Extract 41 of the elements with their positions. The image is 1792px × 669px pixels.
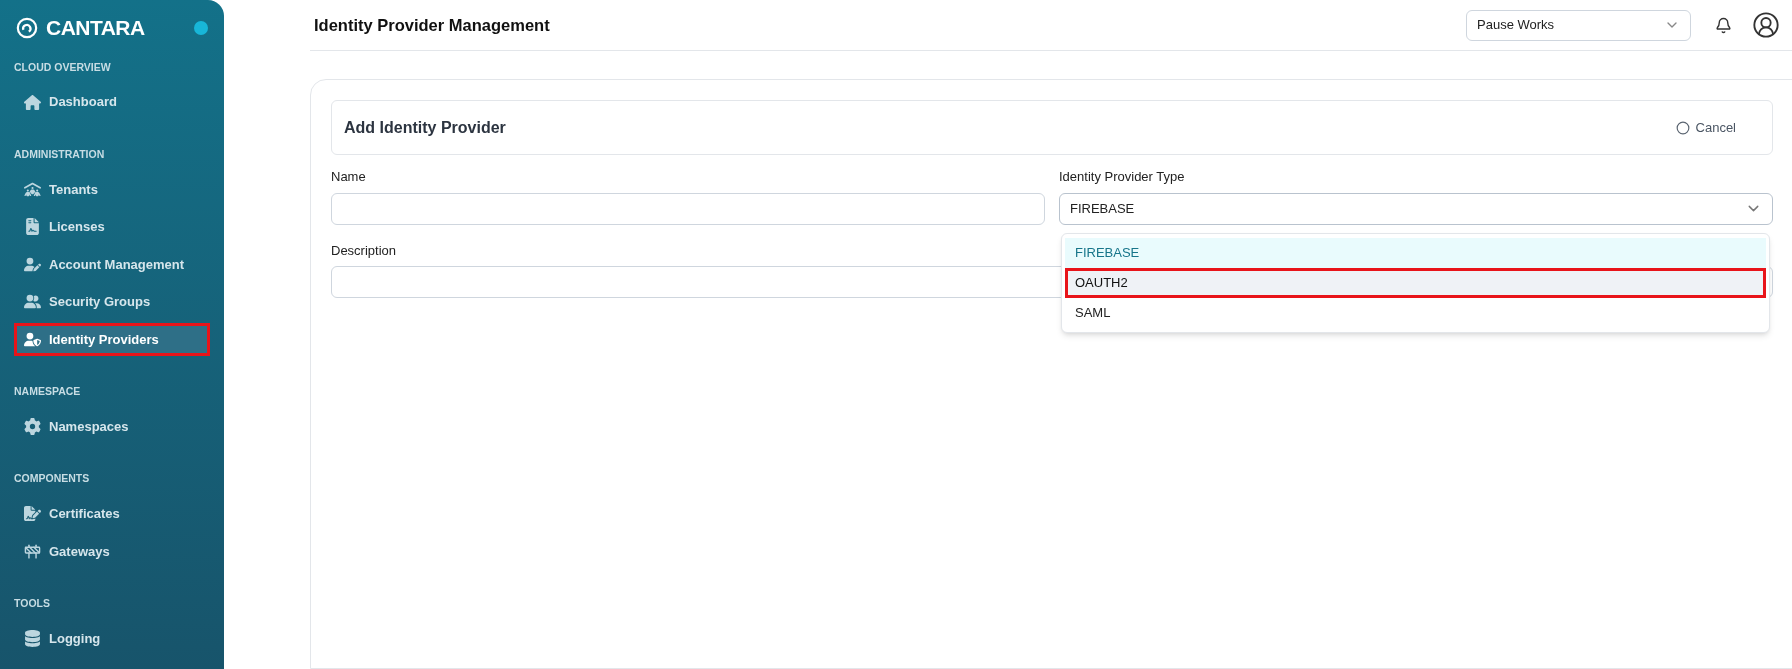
sidebar-item[interactable]: Namespaces xyxy=(14,409,210,444)
sidebar-item[interactable]: Logging xyxy=(14,621,210,656)
logo-icon xyxy=(16,16,38,39)
provider-type-select[interactable]: FIREBASE xyxy=(1059,192,1773,225)
database-icon xyxy=(24,630,41,647)
signed-document-icon xyxy=(24,505,41,523)
dropdown-option[interactable]: OAUTH2 xyxy=(1065,268,1766,298)
sidebar-item[interactable]: Security Groups xyxy=(14,285,210,319)
dropdown-option[interactable]: SAML xyxy=(1065,298,1766,328)
field-label: Name xyxy=(331,168,367,186)
document-icon xyxy=(24,218,41,236)
brand-name: CANTARA xyxy=(46,15,145,41)
section-heading: COMPONENTS xyxy=(13,471,91,487)
form-title: Add Identity Provider xyxy=(344,117,506,138)
sidebar-item[interactable]: Certificates xyxy=(14,497,210,531)
user-group-icon xyxy=(24,293,41,311)
sidebar-item[interactable]: Gateways xyxy=(14,534,210,568)
section-heading: CLOUD OVERVIEW xyxy=(13,59,112,75)
people-roof-icon xyxy=(24,180,41,198)
cancel-button[interactable]: Cancel xyxy=(1675,117,1736,138)
page-title: Identity Provider Management xyxy=(314,14,550,36)
name-input-field[interactable] xyxy=(331,192,1045,225)
user-shield-icon xyxy=(24,330,41,348)
sidebar-item[interactable]: Licenses xyxy=(14,210,210,244)
sidebar-item[interactable]: Tenants xyxy=(14,172,210,206)
section-heading: TOOLS xyxy=(13,596,51,611)
workspace-select[interactable]: Pause Works xyxy=(1466,9,1691,41)
user-avatar-button[interactable] xyxy=(1752,11,1780,39)
house-icon xyxy=(24,93,41,111)
gear-icon xyxy=(24,418,41,435)
circle-icon xyxy=(1675,120,1690,135)
sidebar-item[interactable]: Account Management xyxy=(14,247,210,281)
field-label: Identity Provider Type xyxy=(1059,168,1186,186)
field-label: Description xyxy=(331,241,398,260)
user-pen-icon xyxy=(24,255,41,273)
sidebar-item[interactable]: Identity Providers xyxy=(14,322,210,356)
section-heading: NAMESPACE xyxy=(13,384,82,399)
section-heading: ADMINISTRATION xyxy=(13,146,106,162)
sidebar-item[interactable]: Dashboard xyxy=(14,85,210,119)
barrier-icon xyxy=(24,542,41,560)
dropdown-option[interactable]: FIREBASE xyxy=(1065,238,1766,268)
